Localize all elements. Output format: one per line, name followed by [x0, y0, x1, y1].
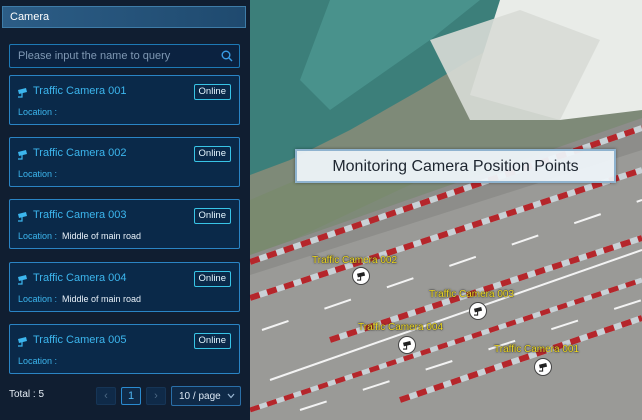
- camera-marker-003[interactable]: [469, 302, 487, 320]
- camera-name: Traffic Camera 004: [33, 272, 127, 284]
- total-label: Total : 5: [9, 389, 45, 400]
- marker-label-camera-004: Traffic Camera 004: [358, 322, 444, 333]
- map-title: Monitoring Camera Position Points: [332, 158, 579, 175]
- camera-name: Traffic Camera 005: [33, 334, 127, 346]
- location-label: Location :: [18, 107, 58, 117]
- cctv-camera-icon: [18, 337, 27, 347]
- location-label: Location :: [18, 294, 58, 304]
- camera-card[interactable]: Traffic Camera 001 Online Location :: [9, 75, 240, 125]
- location-label: Location :: [18, 231, 58, 241]
- camera-card[interactable]: Traffic Camera 004 Online Location : Mid…: [9, 262, 240, 312]
- location-label: Location :: [18, 169, 58, 179]
- location-value: Middle of main road: [62, 231, 142, 241]
- panel-header: Camera: [2, 6, 246, 28]
- camera-card[interactable]: Traffic Camera 005 Online Location :: [9, 324, 240, 374]
- marker-label-camera-002: Traffic Camera 002: [312, 255, 398, 266]
- camera-card[interactable]: Traffic Camera 003 Online Location : Mid…: [9, 199, 240, 249]
- cctv-camera-icon: [539, 363, 548, 372]
- camera-marker-001[interactable]: [534, 358, 552, 376]
- search-input[interactable]: [10, 45, 218, 67]
- next-page-button[interactable]: ›: [146, 387, 166, 405]
- chevron-down-icon: [227, 393, 235, 399]
- camera-marker-004[interactable]: [398, 336, 416, 354]
- status-badge: Online: [193, 333, 231, 349]
- cctv-camera-icon: [403, 341, 412, 350]
- status-badge: Online: [193, 146, 231, 162]
- camera-marker-002[interactable]: [352, 267, 370, 285]
- cctv-camera-icon: [474, 307, 483, 316]
- camera-name: Traffic Camera 002: [33, 147, 127, 159]
- page-size-value: 10 / page: [179, 391, 221, 402]
- location-value: Middle of main road: [62, 294, 142, 304]
- cctv-camera-icon: [18, 88, 27, 98]
- camera-card[interactable]: Traffic Camera 002 Online Location :: [9, 137, 240, 187]
- marker-label-camera-003: Traffic Camera 003: [429, 289, 515, 300]
- panel-title: Camera: [10, 11, 50, 23]
- map-title-banner: Monitoring Camera Position Points: [295, 149, 616, 183]
- search-box: [9, 44, 240, 68]
- status-badge: Online: [193, 84, 231, 100]
- status-badge: Online: [193, 208, 231, 224]
- search-icon[interactable]: [221, 50, 233, 62]
- location-label: Location :: [18, 356, 58, 366]
- status-badge: Online: [193, 271, 231, 287]
- camera-name: Traffic Camera 001: [33, 85, 127, 97]
- page-size-select[interactable]: 10 / page: [171, 386, 241, 406]
- camera-panel: Camera Traffic Camera 001 Online Locatio…: [0, 0, 250, 420]
- camera-name: Traffic Camera 003: [33, 209, 127, 221]
- cctv-camera-icon: [18, 150, 27, 160]
- page-1-button[interactable]: 1: [121, 387, 141, 405]
- cctv-camera-icon: [18, 275, 27, 285]
- cctv-camera-icon: [357, 272, 366, 281]
- marker-label-camera-001: Traffic Camera 001: [494, 344, 580, 355]
- prev-page-button[interactable]: ‹: [96, 387, 116, 405]
- cctv-camera-icon: [18, 212, 27, 222]
- total-count: Total : 5: [9, 389, 44, 400]
